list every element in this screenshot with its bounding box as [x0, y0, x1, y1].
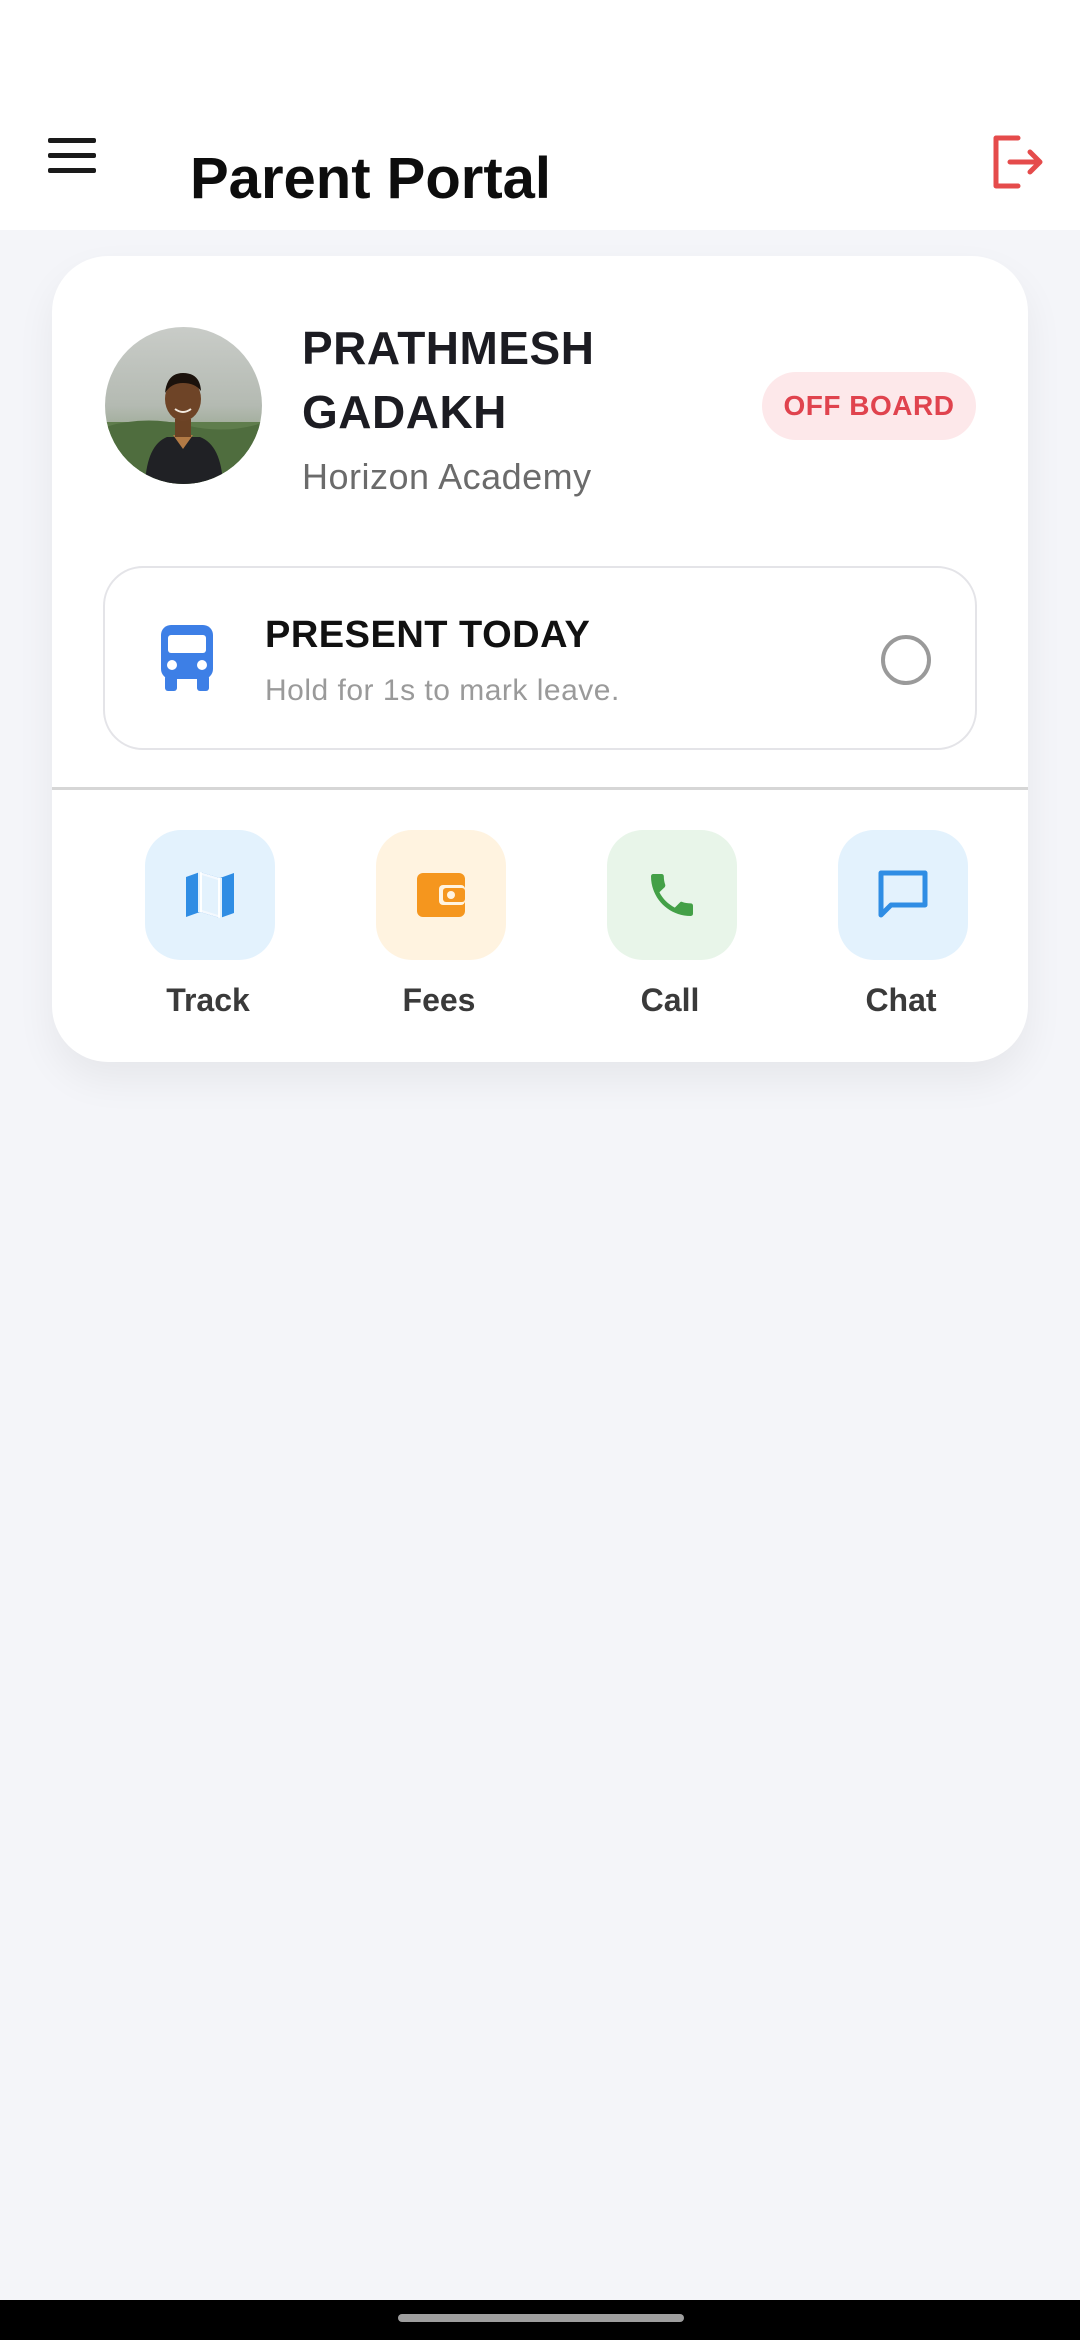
fees-label: Fees	[402, 982, 476, 1018]
status-bar	[0, 0, 1080, 120]
attendance-title: PRESENT TODAY	[265, 614, 591, 656]
school-name: Horizon Academy	[302, 456, 592, 497]
avatar	[105, 327, 262, 484]
attendance-radio[interactable]	[881, 635, 931, 685]
call-button[interactable]: Call	[570, 830, 770, 1030]
divider	[52, 787, 1028, 790]
system-nav-bar	[0, 2300, 1080, 2340]
status-badge: OFF BOARD	[762, 372, 976, 440]
home-gesture-handle[interactable]	[398, 2314, 684, 2322]
student-card: PRATHMESH GADAKH Horizon Academy OFF BOA…	[52, 256, 1028, 1062]
track-button[interactable]: Track	[108, 830, 308, 1030]
track-label: Track	[166, 982, 250, 1018]
bus-icon	[157, 623, 217, 693]
chat-button[interactable]: Chat	[801, 830, 1001, 1030]
chat-label: Chat	[865, 982, 937, 1018]
wallet-icon	[376, 830, 506, 960]
chat-icon	[838, 830, 968, 960]
app-bar: Parent Portal	[0, 120, 1080, 230]
fees-button[interactable]: Fees	[339, 830, 539, 1030]
phone-icon	[607, 830, 737, 960]
attendance-hint: Hold for 1s to mark leave.	[265, 674, 620, 707]
page-title: Parent Portal	[190, 146, 551, 211]
attendance-toggle[interactable]: PRESENT TODAY Hold for 1s to mark leave.	[103, 566, 977, 750]
map-icon	[145, 830, 275, 960]
call-label: Call	[640, 982, 700, 1018]
student-name: PRATHMESH GADAKH	[302, 322, 595, 438]
menu-icon[interactable]	[48, 138, 100, 178]
logout-icon[interactable]	[988, 130, 1048, 194]
